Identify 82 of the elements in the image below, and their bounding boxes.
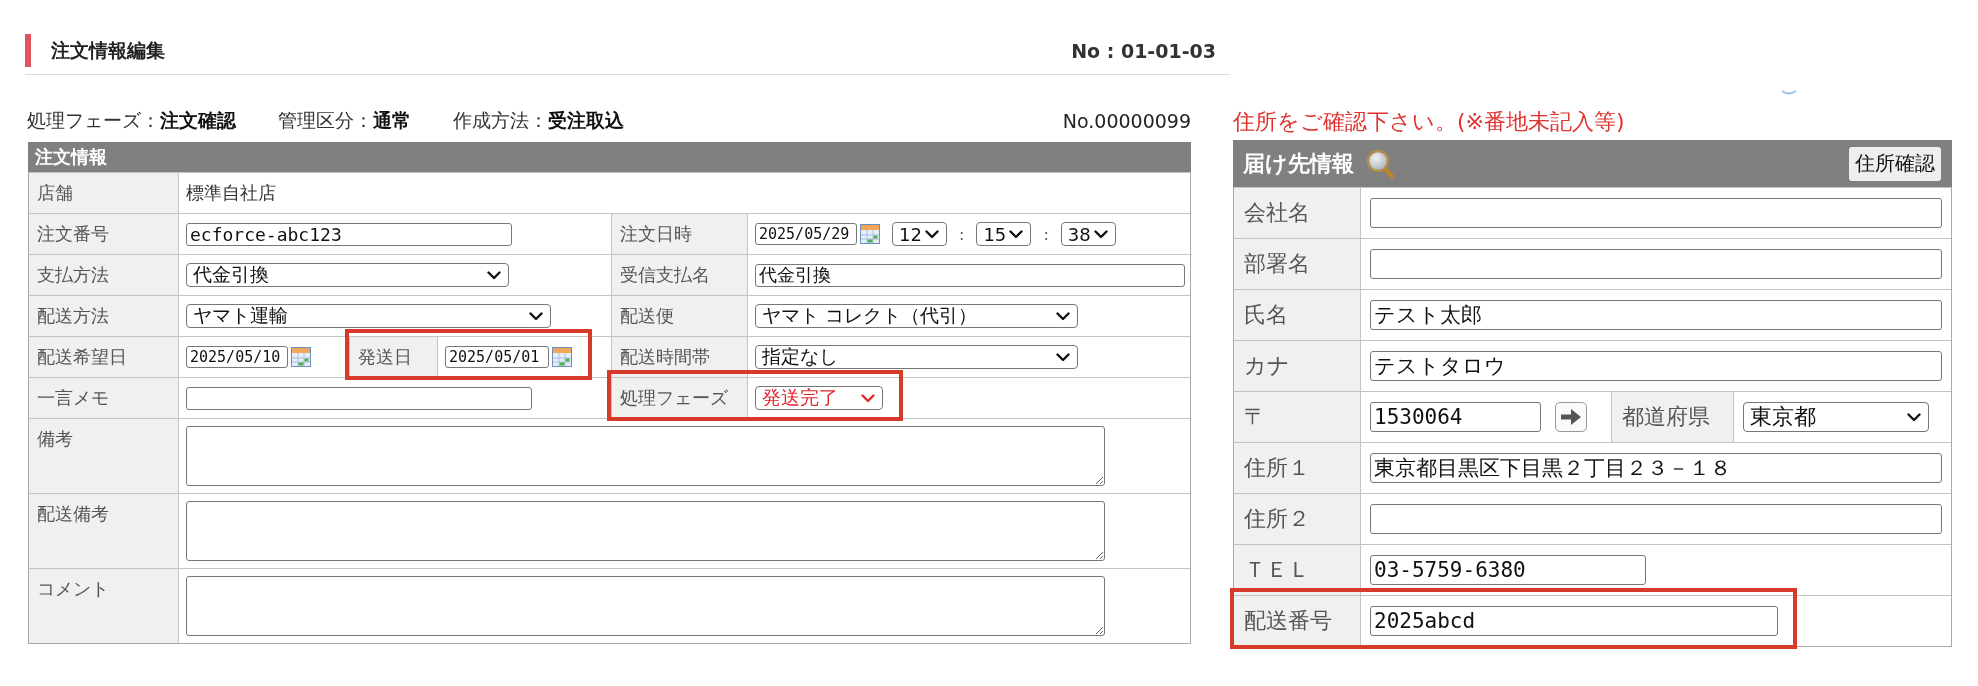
dropdown[interactable]: 指定なし [755, 345, 1078, 369]
calendar-icon[interactable] [291, 347, 311, 367]
text-field[interactable]: 東京都目黒区下目黒２丁目２３－１８ [1370, 453, 1942, 483]
confirm-button[interactable]: 住所確認 [1849, 146, 1941, 181]
summary-item: 処理フェーズ：注文確認 [27, 108, 236, 133]
chevron-icon [1056, 352, 1070, 362]
field-label: 発送日 [349, 336, 437, 377]
arrow-right-icon [1560, 408, 1582, 426]
section-title: 届け先情報 [1243, 149, 1354, 178]
field-label: 会社名 [1234, 187, 1360, 238]
dropdown[interactable]: 12 [892, 222, 947, 246]
field-label: 注文番号 [29, 213, 178, 254]
dropdown[interactable]: 発送完了 [755, 386, 883, 410]
dropdown[interactable]: 15 [976, 222, 1032, 246]
field-label: 氏名 [1234, 289, 1360, 340]
dropdown[interactable]: ヤマト コレクト（代引） [755, 304, 1078, 328]
field-label: 店舗 [29, 172, 178, 213]
text-field[interactable]: 03-5759-6380 [1370, 555, 1646, 585]
field-label: 都道府県 [1611, 391, 1733, 442]
chevron-icon [529, 311, 543, 321]
field-label: 配送便 [611, 295, 747, 336]
field-label: 配送希望日 [29, 336, 178, 377]
date-field[interactable]: 2025/05/10 [186, 346, 288, 368]
search-icon[interactable] [1366, 148, 1395, 179]
field-label: ＴＥＬ [1234, 544, 1360, 595]
dropdown[interactable]: ヤマト運輸 [186, 304, 551, 328]
field-label: 配送番号 [1234, 595, 1360, 646]
field-label: 配送備考 [29, 493, 178, 568]
chevron-icon [1907, 412, 1921, 422]
chevron-icon [1093, 229, 1108, 239]
chevron-icon [1056, 311, 1070, 321]
text-field[interactable]: テストタロウ [1370, 351, 1942, 381]
chevron-icon [487, 270, 501, 280]
dropdown[interactable]: 38 [1060, 222, 1116, 246]
dropdown[interactable]: 東京都 [1743, 402, 1929, 432]
text-field[interactable]: 代金引換 [755, 263, 1185, 287]
warning-message: 住所をご確認下さい。(※番地未記入等) [1233, 109, 1626, 135]
field-label: 備考 [29, 418, 178, 493]
time-separator: : [1043, 224, 1049, 244]
summary-item: 作成方法：受注取込 [453, 108, 624, 133]
chevron-icon [1009, 229, 1024, 239]
text-field[interactable]: テスト太郎 [1370, 300, 1942, 330]
text-field[interactable]: 1530064 [1370, 402, 1541, 432]
field-label: 注文日時 [611, 213, 747, 254]
section-title: 注文情報 [35, 145, 107, 169]
field-label: 〒 [1234, 391, 1360, 442]
field-label: 部署名 [1234, 238, 1360, 289]
time-separator: : [959, 224, 965, 244]
calendar-icon[interactable] [860, 224, 880, 244]
field-label: 配送時間帯 [611, 336, 747, 377]
page-number: No : 01-01-03 [1071, 39, 1216, 62]
field-label: 配送方法 [29, 295, 178, 336]
summary-item: 管理区分：通常 [278, 108, 411, 133]
field-label: 一言メモ [29, 377, 178, 418]
text-area[interactable] [186, 426, 1105, 486]
text-field[interactable] [1370, 504, 1942, 534]
text-field[interactable]: 2025abcd [1370, 606, 1778, 636]
chevron-icon [925, 229, 939, 239]
text-field[interactable] [1370, 249, 1942, 279]
field-label: カナ [1234, 340, 1360, 391]
page-title: 注文情報編集 [51, 37, 165, 63]
text-area[interactable] [186, 501, 1105, 561]
field-label: 住所２ [1234, 493, 1360, 544]
field-label: コメント [29, 568, 178, 643]
order-number: No.00000099 [1062, 110, 1191, 132]
dropdown[interactable]: 代金引換 [186, 263, 509, 287]
date-field[interactable]: 2025/05/29 [755, 223, 857, 245]
arc-icon [1781, 90, 1797, 95]
accent-bar [25, 34, 31, 67]
arrow-button[interactable] [1555, 402, 1587, 432]
text-field[interactable] [1370, 198, 1942, 228]
field-label: 受信支払名 [611, 254, 747, 295]
chevron-icon [861, 393, 875, 403]
text-field[interactable]: ecforce-abc123 [186, 222, 512, 246]
text-field[interactable] [186, 386, 532, 410]
field-label: 支払方法 [29, 254, 178, 295]
text-area[interactable] [186, 576, 1105, 636]
date-field[interactable]: 2025/05/01 [445, 346, 549, 368]
field-value: 標準自社店 [186, 181, 276, 205]
field-label: 住所１ [1234, 442, 1360, 493]
field-label: 処理フェーズ [611, 377, 747, 418]
calendar-icon[interactable] [552, 347, 572, 367]
